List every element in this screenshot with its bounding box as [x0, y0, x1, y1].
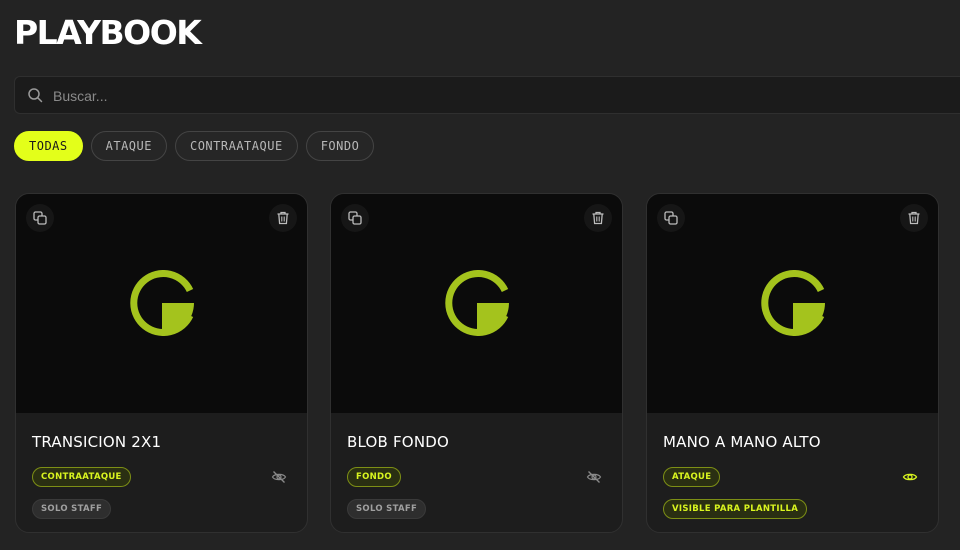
search-bar[interactable]	[14, 76, 960, 115]
visibility-badge: SOLO STAFF	[347, 499, 427, 519]
category-badge: CONTRAATAQUE	[32, 467, 131, 487]
play-title: TRANSICION 2X1	[32, 433, 162, 451]
play-card[interactable]: TRANSICION 2X1 CONTRAATAQUE SOLO STAFF	[15, 193, 308, 533]
eye-icon[interactable]	[902, 469, 918, 485]
filter-chip-contraataque[interactable]: CONTRAATAQUE	[174, 131, 298, 161]
delete-button[interactable]	[900, 204, 928, 232]
play-thumbnail[interactable]	[647, 194, 938, 413]
delete-button[interactable]	[269, 204, 297, 232]
duplicate-button[interactable]	[657, 204, 685, 232]
play-card[interactable]: BLOB FONDO FONDO SOLO STAFF	[330, 193, 623, 533]
duplicate-button[interactable]	[341, 204, 369, 232]
search-input[interactable]	[51, 77, 935, 115]
duplicate-button[interactable]	[26, 204, 54, 232]
playbook-page: PLAYBOOK TODAS ATAQUE CONTRAATAQUE FONDO	[0, 0, 960, 550]
copy-icon	[348, 211, 362, 225]
delete-button[interactable]	[584, 204, 612, 232]
eye-off-icon[interactable]	[586, 469, 602, 485]
eye-off-icon[interactable]	[271, 469, 287, 485]
filter-chip-ataque[interactable]: ATAQUE	[90, 131, 167, 161]
filter-chips: TODAS ATAQUE CONTRAATAQUE FONDO	[14, 131, 375, 161]
play-title: MANO A MANO ALTO	[663, 433, 821, 451]
brand-logo-icon	[445, 270, 509, 336]
filter-chip-fondo[interactable]: FONDO	[305, 131, 375, 161]
trash-icon	[592, 211, 604, 225]
trash-icon	[908, 211, 920, 225]
play-thumbnail[interactable]	[331, 194, 622, 413]
play-title: BLOB FONDO	[347, 433, 449, 451]
page-title: PLAYBOOK	[14, 13, 202, 52]
brand-logo-icon	[130, 270, 194, 336]
visibility-badge: SOLO STAFF	[32, 499, 112, 519]
category-badge: ATAQUE	[663, 467, 721, 487]
play-thumbnail[interactable]	[16, 194, 307, 413]
filter-chip-todas[interactable]: TODAS	[14, 131, 83, 161]
search-icon	[28, 88, 43, 103]
copy-icon	[664, 211, 678, 225]
trash-icon	[277, 211, 289, 225]
category-badge: FONDO	[347, 467, 401, 487]
copy-icon	[33, 211, 47, 225]
visibility-badge: VISIBLE PARA PLANTILLA	[663, 499, 808, 519]
play-card[interactable]: MANO A MANO ALTO ATAQUE VISIBLE PARA PLA…	[646, 193, 939, 533]
brand-logo-icon	[761, 270, 825, 336]
